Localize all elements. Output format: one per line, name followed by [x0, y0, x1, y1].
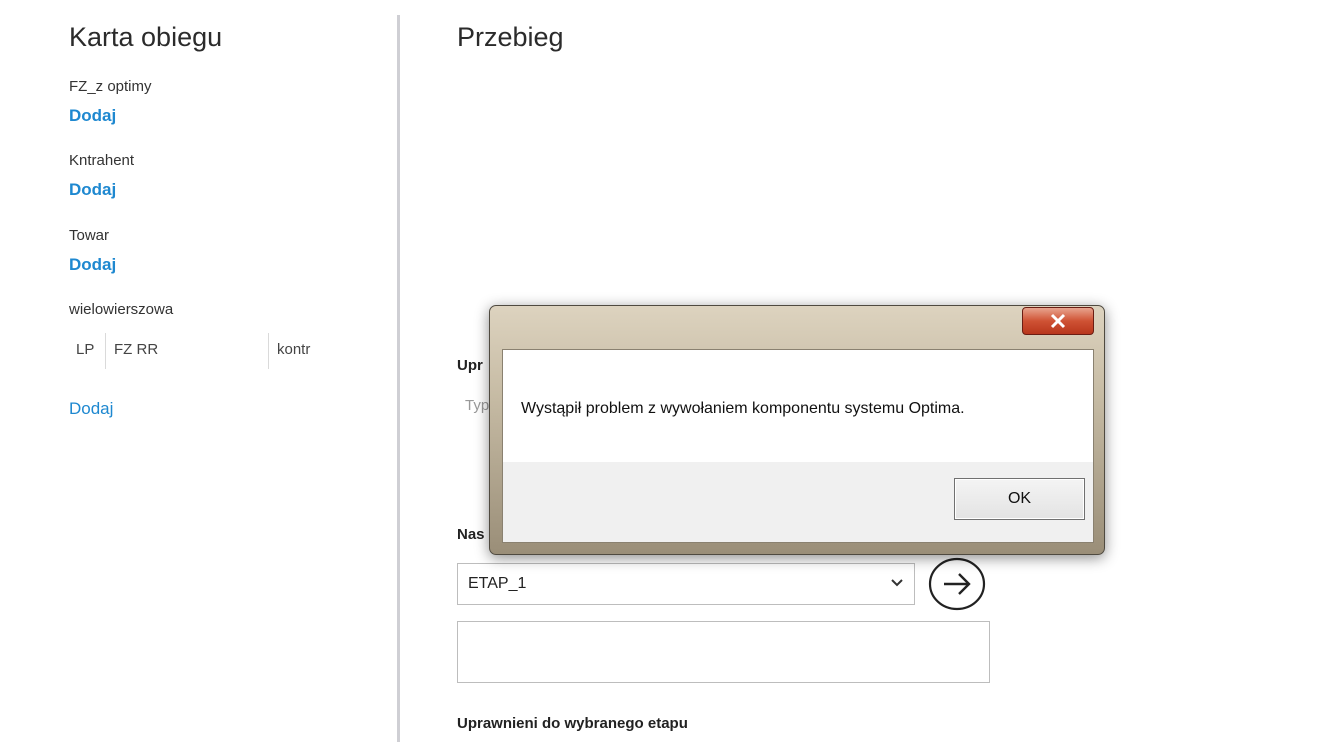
right-panel-title: Przebieg	[457, 22, 564, 52]
panel-divider	[397, 15, 400, 742]
close-x-icon	[1050, 313, 1066, 329]
permissions-type-label: Typ	[465, 397, 490, 414]
stage-comment-textbox[interactable]	[457, 621, 990, 683]
arrow-right-circle-icon[interactable]	[928, 557, 986, 611]
grid-column-kontr[interactable]: kontr	[268, 333, 310, 369]
grid-column-fz-rr[interactable]: FZ RR	[105, 333, 158, 369]
add-link-towar[interactable]: Dodaj	[69, 255, 116, 275]
chevron-down-icon	[891, 579, 903, 587]
dialog-body: Wystąpił problem z wywołaniem komponentu…	[502, 349, 1094, 543]
dialog-footer: OK	[503, 462, 1093, 542]
field-label-wielowierszowa: wielowierszowa	[69, 301, 174, 318]
field-label-towar: Towar	[69, 227, 110, 244]
dialog-close-button[interactable]	[1022, 307, 1094, 335]
field-label-kntrahent: Kntrahent	[69, 152, 135, 169]
left-panel-title: Karta obiegu	[69, 22, 223, 52]
stage-select[interactable]: ETAP_1	[457, 563, 915, 605]
ok-button[interactable]: OK	[954, 478, 1085, 520]
dialog-message: Wystąpił problem z wywołaniem komponentu…	[521, 400, 965, 417]
error-dialog: Wystąpił problem z wywołaniem komponentu…	[489, 305, 1105, 555]
add-link-fz-z-optimy[interactable]: Dodaj	[69, 106, 116, 126]
stage-select-value: ETAP_1	[468, 575, 527, 592]
permissions-heading: Upr	[457, 357, 483, 374]
next-stage-heading: Nas	[457, 526, 485, 543]
grid-column-lp[interactable]: LP	[69, 333, 94, 369]
field-label-fz-z-optimy: FZ_z optimy	[69, 78, 152, 95]
multirow-grid-header: LP FZ RR kontr	[69, 333, 369, 369]
add-link-kntrahent[interactable]: Dodaj	[69, 180, 116, 200]
add-link-wielowierszowa[interactable]: Dodaj	[69, 399, 113, 419]
stage-permissions-heading: Uprawnieni do wybranego etapu	[457, 715, 688, 732]
